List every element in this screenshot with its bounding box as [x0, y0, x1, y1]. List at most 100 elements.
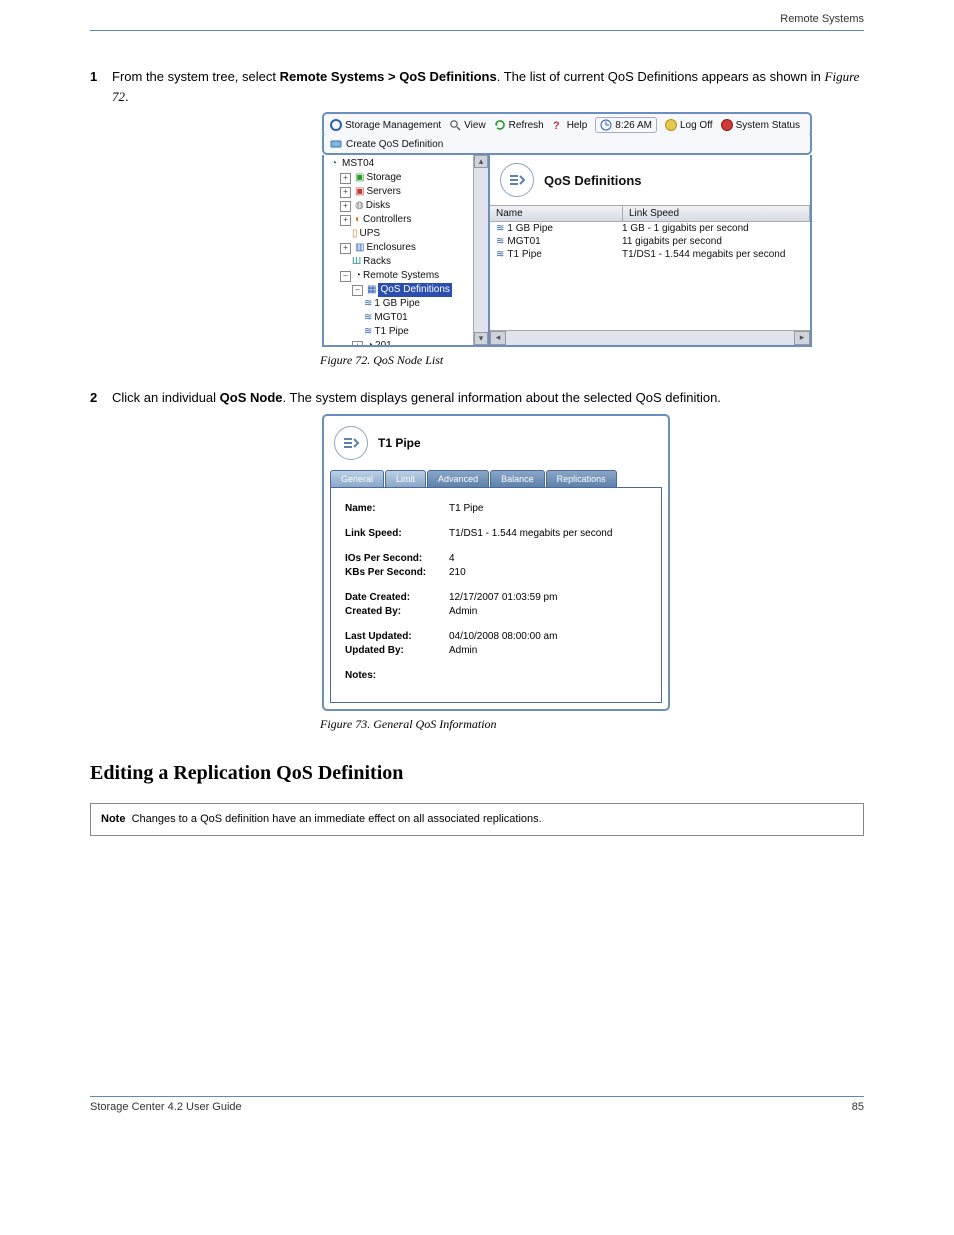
- lbl-notes: Notes:: [345, 670, 449, 681]
- step-text: Click an individual QoS Node. The system…: [112, 388, 864, 408]
- tab-bar: General Limit Advanced Balance Replicati…: [330, 470, 662, 487]
- scroll-up-icon[interactable]: ▴: [474, 155, 488, 168]
- create-qos-button[interactable]: Create QoS Definition: [346, 139, 443, 150]
- val-name: T1 Pipe: [449, 503, 647, 514]
- val-ios: 4: [449, 553, 647, 564]
- scroll-left-icon[interactable]: ◂: [490, 331, 506, 345]
- qos-item-icon: ≋: [364, 311, 372, 325]
- tree-qos-mgt01[interactable]: ≋ MGT01: [328, 311, 486, 325]
- expand-icon[interactable]: +: [340, 173, 351, 184]
- step-1: 1 From the system tree, select Remote Sy…: [90, 67, 864, 106]
- bold-term: QoS Node: [220, 390, 283, 405]
- expand-icon[interactable]: +: [340, 215, 351, 226]
- tree-qos-1gb[interactable]: ≋ 1 GB Pipe: [328, 297, 486, 311]
- expand-icon[interactable]: +: [340, 243, 351, 254]
- logoff-icon: [665, 119, 677, 131]
- tree-racks[interactable]: Ш Racks: [328, 255, 486, 269]
- view-menu[interactable]: View: [449, 119, 486, 131]
- racks-icon: Ш: [352, 255, 361, 269]
- val-last-updated: 04/10/2008 08:00:00 am: [449, 631, 647, 642]
- lbl-updated-by: Updated By:: [345, 645, 449, 656]
- val-notes: [449, 670, 647, 681]
- lbl-created-by: Created By:: [345, 606, 449, 617]
- svg-text:?: ?: [553, 120, 560, 131]
- bold-path: Remote Systems > QoS Definitions: [280, 69, 497, 84]
- lbl-linkspeed: Link Speed:: [345, 528, 449, 539]
- step-number: 1: [90, 67, 112, 106]
- table-row[interactable]: ≋1 GB Pipe 1 GB - 1 gigabits per second: [490, 222, 810, 235]
- tree-201[interactable]: +◔ 201: [328, 339, 486, 345]
- tree-root[interactable]: ◔MST04: [328, 157, 486, 171]
- qos-header-icon: [500, 163, 534, 197]
- create-qos-icon: [330, 138, 342, 150]
- tree-servers[interactable]: +▣ Servers: [328, 185, 486, 199]
- tree-ups[interactable]: ▯ UPS: [328, 227, 486, 241]
- system-status-button[interactable]: System Status: [721, 119, 800, 131]
- scroll-down-icon[interactable]: ▾: [474, 332, 488, 345]
- qos-item-icon: ≋: [496, 236, 504, 247]
- lbl-name: Name:: [345, 503, 449, 514]
- tab-panel-general: Name:T1 Pipe Link Speed:T1/DS1 - 1.544 m…: [330, 487, 662, 703]
- tree-storage[interactable]: +▣ Storage: [328, 171, 486, 185]
- disks-icon: ◍: [355, 199, 364, 213]
- tree-pane[interactable]: ◔MST04 +▣ Storage +▣ Servers +◍ Disks +◐…: [324, 155, 490, 345]
- screenshot-qos-detail: T1 Pipe General Limit Advanced Balance R…: [322, 414, 670, 711]
- tree-remote-systems[interactable]: –◔ Remote Systems: [328, 269, 486, 283]
- note-box: Note Changes to a QoS definition have an…: [90, 803, 864, 836]
- logoff-button[interactable]: Log Off: [665, 119, 713, 131]
- tab-replications[interactable]: Replications: [546, 470, 617, 487]
- expand-icon[interactable]: +: [340, 187, 351, 198]
- note-label: Note: [101, 813, 125, 825]
- clock-time: 8:26 AM: [615, 120, 652, 131]
- col-linkspeed[interactable]: Link Speed: [623, 206, 810, 221]
- figure-caption-1: Figure 72. QoS Node List: [320, 353, 864, 368]
- app-icon: [330, 119, 342, 131]
- val-linkspeed: T1/DS1 - 1.544 megabits per second: [449, 528, 647, 539]
- clock-group: 8:26 AM: [595, 117, 657, 133]
- refresh-icon: [494, 119, 506, 131]
- tree-controllers[interactable]: +◐ Controllers: [328, 213, 486, 227]
- qos-item-icon: ≋: [496, 249, 504, 260]
- tree-disks[interactable]: +◍ Disks: [328, 199, 486, 213]
- scroll-right-icon[interactable]: ▸: [794, 331, 810, 345]
- val-kbs: 210: [449, 567, 647, 578]
- page-header-right: Remote Systems: [90, 13, 864, 53]
- content-pane: QoS Definitions Name Link Speed ≋1 GB Pi…: [490, 155, 810, 345]
- screenshot-qos-list: Storage Management View Refresh ? Help 8…: [322, 112, 812, 347]
- qos-item-icon: ≋: [364, 297, 372, 311]
- table-row[interactable]: ≋T1 Pipe T1/DS1 - 1.544 megabits per sec…: [490, 248, 810, 261]
- lbl-last-updated: Last Updated:: [345, 631, 449, 642]
- servers-icon: ▣: [355, 185, 364, 199]
- note-text: Changes to a QoS definition have an imme…: [132, 813, 542, 825]
- content-hscrollbar[interactable]: ◂▸: [490, 330, 810, 345]
- enclosures-icon: ▥: [355, 241, 364, 255]
- refresh-button[interactable]: Refresh: [494, 119, 544, 131]
- controllers-icon: ◐: [355, 213, 361, 227]
- detail-title: T1 Pipe: [378, 436, 421, 450]
- lbl-date-created: Date Created:: [345, 592, 449, 603]
- table-row[interactable]: ≋MGT01 11 gigabits per second: [490, 235, 810, 248]
- table-header: Name Link Speed: [490, 205, 810, 222]
- collapse-icon[interactable]: –: [340, 271, 351, 282]
- step-number: 2: [90, 388, 112, 408]
- tree-enclosures[interactable]: +▥ Enclosures: [328, 241, 486, 255]
- expand-icon[interactable]: +: [352, 341, 363, 346]
- step-2: 2 Click an individual QoS Node. The syst…: [90, 388, 864, 408]
- lbl-ios: IOs Per Second:: [345, 553, 449, 564]
- tree-qos-t1pipe[interactable]: ≋ T1 Pipe: [328, 325, 486, 339]
- tree-scrollbar[interactable]: ▴▾: [473, 155, 488, 345]
- help-button[interactable]: ? Help: [552, 119, 588, 131]
- tab-general[interactable]: General: [330, 470, 384, 487]
- collapse-icon[interactable]: –: [352, 285, 363, 296]
- tab-balance[interactable]: Balance: [490, 470, 545, 487]
- col-name[interactable]: Name: [490, 206, 623, 221]
- qos-folder-icon: ▦: [367, 283, 376, 297]
- storage-management-menu[interactable]: Storage Management: [330, 119, 441, 131]
- tab-limit[interactable]: Limit: [385, 470, 426, 487]
- storage-icon: ▣: [355, 171, 364, 185]
- tree-qos-definitions[interactable]: –▦ QoS Definitions: [328, 283, 486, 297]
- val-created-by: Admin: [449, 606, 647, 617]
- expand-icon[interactable]: +: [340, 201, 351, 212]
- remote-icon: ◔: [355, 269, 361, 283]
- tab-advanced[interactable]: Advanced: [427, 470, 489, 487]
